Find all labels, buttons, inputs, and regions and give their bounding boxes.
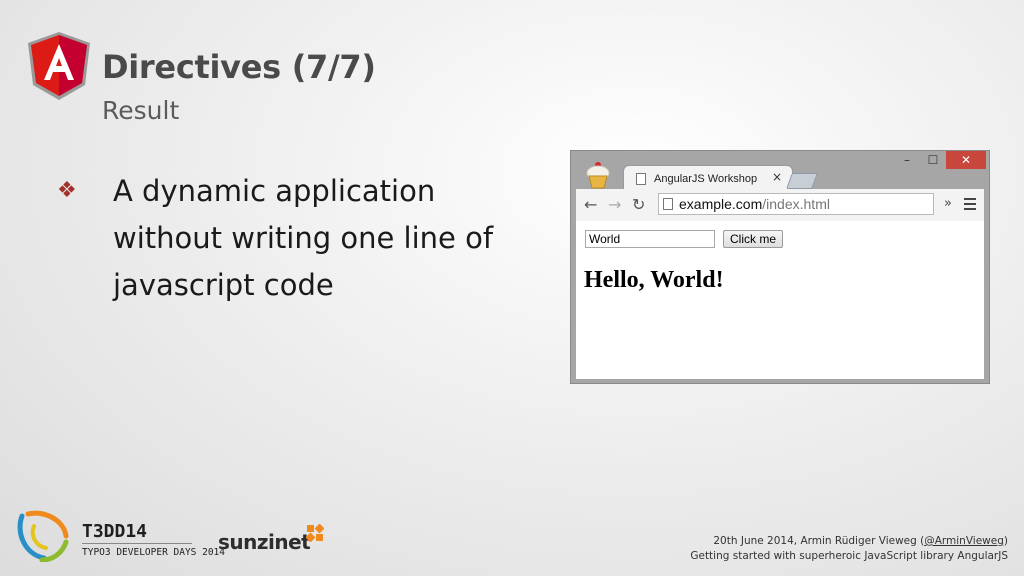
click-me-button[interactable]: Click me (723, 230, 784, 248)
maximize-button[interactable]: ☐ (920, 151, 946, 169)
browser-toolbar: ← → ↻ example.com/index.html » (576, 189, 984, 222)
address-bar[interactable]: example.com/index.html (658, 193, 934, 215)
divider (82, 543, 192, 544)
footer-credits: 20th June 2014, Armin Rüdiger Vieweg (@A… (690, 534, 1008, 564)
minimize-button[interactable]: – (894, 151, 920, 169)
forward-arrow-icon[interactable]: → (608, 195, 621, 214)
back-arrow-icon[interactable]: ← (584, 195, 597, 214)
event-subtitle: TYPO3 DEVELOPER DAYS 2014 (82, 547, 225, 558)
window-controls: – ☐ ✕ (894, 151, 986, 171)
twitter-handle-link[interactable]: @ArminVieweg (924, 535, 1004, 547)
event-name: T3DD14 (82, 521, 148, 542)
new-tab-button[interactable] (786, 173, 818, 189)
menu-hamburger-icon[interactable] (964, 198, 976, 213)
extensions-chevron-icon[interactable]: » (944, 196, 952, 211)
angular-logo-icon (28, 32, 90, 100)
credit-line-2: Getting started with superheroic JavaScr… (690, 550, 1008, 562)
cupcake-icon (586, 162, 610, 189)
url-path: /index.html (762, 196, 830, 212)
tab-close-icon[interactable]: × (772, 170, 782, 184)
name-input[interactable] (585, 230, 715, 248)
page-content: Click me Hello, World! (576, 221, 984, 379)
tab-angularjs-workshop[interactable]: AngularJS Workshop × (623, 165, 793, 191)
page-icon (636, 172, 646, 185)
tab-title: AngularJS Workshop (654, 172, 758, 185)
url-host: example.com (679, 196, 763, 212)
sunzinet-logo-icon (306, 524, 324, 542)
credit-author: 20th June 2014, Armin Rüdiger Vieweg ( (713, 535, 925, 547)
bullet-icon: ❖ (57, 178, 77, 203)
sponsor-name: sunzinet (218, 530, 311, 554)
greeting-heading: Hello, World! (584, 267, 724, 293)
reload-icon[interactable]: ↻ (632, 195, 645, 214)
t3dd14-logo-icon (17, 510, 69, 562)
slide-title: Directives (7/7) (102, 48, 376, 86)
credit-suffix: ) (1003, 535, 1008, 547)
close-window-button[interactable]: ✕ (946, 151, 986, 169)
credit-line-1: 20th June 2014, Armin Rüdiger Vieweg (@A… (690, 534, 1008, 549)
browser-window: – ☐ ✕ AngularJS Workshop × ← → ↻ example… (570, 150, 990, 384)
bullet-text: A dynamic application without writing on… (113, 174, 494, 302)
slide-subtitle: Result (102, 96, 180, 125)
page-icon (663, 198, 673, 210)
